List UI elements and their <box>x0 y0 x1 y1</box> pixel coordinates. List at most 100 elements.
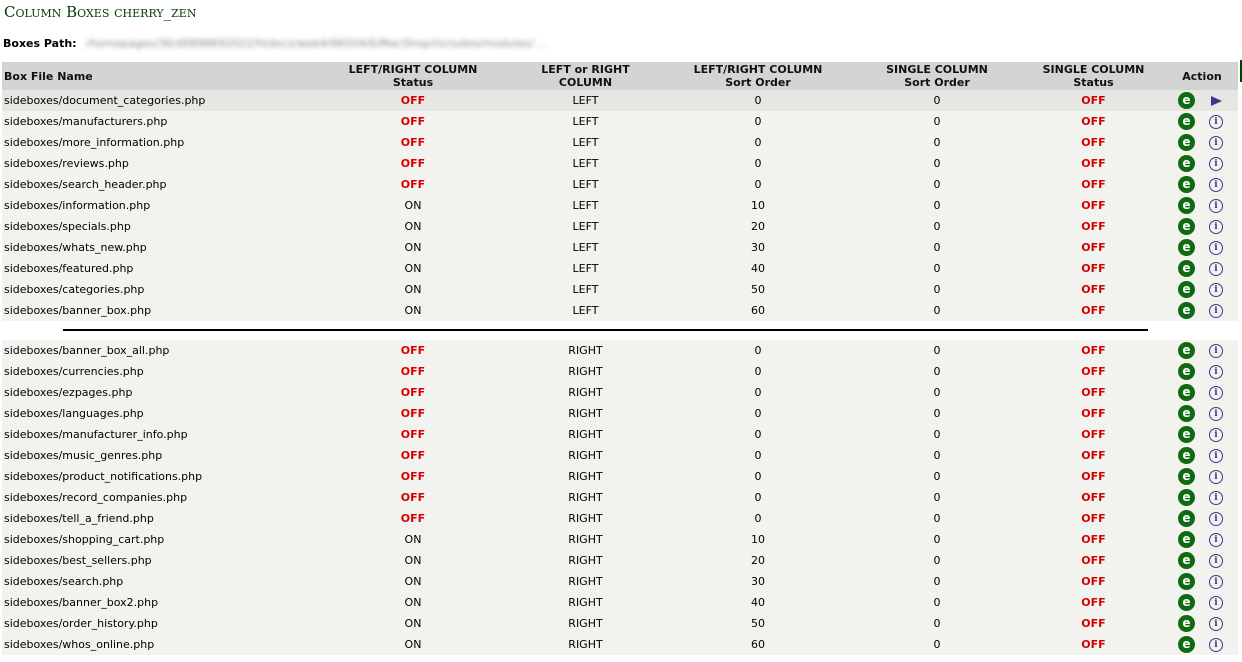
table-row[interactable]: sideboxes/record_companies.php OFF RIGHT 0 0… <box>2 487 1238 508</box>
info-icon[interactable]: i <box>1209 616 1223 631</box>
lr-status: ON <box>404 262 422 275</box>
action-cell: ei <box>1166 132 1238 153</box>
info-icon[interactable]: i <box>1209 637 1223 652</box>
action-cell: ei <box>1166 153 1238 174</box>
info-icon[interactable]: i <box>1209 240 1223 255</box>
info-icon[interactable]: i <box>1209 135 1223 150</box>
edit-icon[interactable]: e <box>1178 218 1195 235</box>
table-row[interactable]: sideboxes/tell_a_friend.php OFF RIGHT 0 0 OFF… <box>2 508 1238 529</box>
lr-column-cell: LEFT <box>508 132 663 153</box>
table-row[interactable]: sideboxes/featured.php ON LEFT 40 0 OFF e i <box>2 258 1238 279</box>
edit-icon[interactable]: e <box>1178 636 1195 653</box>
edit-icon[interactable]: e <box>1178 260 1195 277</box>
table-row[interactable]: sideboxes/more_information.php OFF LEFT 0 0 O… <box>2 132 1238 153</box>
table-row[interactable]: sideboxes/music_genres.php OFF RIGHT 0 0 OFF e… <box>2 445 1238 466</box>
edit-icon[interactable]: e <box>1178 302 1195 319</box>
action-cell: ei <box>1166 487 1238 508</box>
lr-status: ON <box>404 638 422 651</box>
edit-icon[interactable]: e <box>1178 468 1195 485</box>
info-icon[interactable]: i <box>1209 469 1223 484</box>
edit-icon[interactable]: e <box>1178 342 1195 359</box>
edit-icon[interactable]: e <box>1178 281 1195 298</box>
info-icon[interactable]: i <box>1209 343 1223 358</box>
info-icon[interactable]: i <box>1209 595 1223 610</box>
table-row[interactable]: sideboxes/banner_box2.php ON RIGHT 40 0 OFF e i <box>2 592 1238 613</box>
table-row[interactable]: sideboxes/order_history.php ON RIGHT 50 0 OFF… <box>2 613 1238 634</box>
edit-icon[interactable]: e <box>1178 134 1195 151</box>
info-icon[interactable]: i <box>1209 261 1223 276</box>
single-status: OFF <box>1081 596 1106 609</box>
info-icon[interactable]: i <box>1209 385 1223 400</box>
table-row[interactable]: sideboxes/banner_box_all.php OFF RIGHT 0 0 OF… <box>2 340 1238 361</box>
info-icon[interactable]: i <box>1209 532 1223 547</box>
table-row[interactable]: sideboxes/banner_box.php ON LEFT 60 0 OFF e i <box>2 300 1238 321</box>
table-row[interactable]: sideboxes/reviews.php OFF LEFT 0 0 OFF e i <box>2 153 1238 174</box>
table-row[interactable]: sideboxes/specials.php ON LEFT 20 0 OFF e i <box>2 216 1238 237</box>
edit-icon[interactable]: e <box>1178 113 1195 130</box>
edit-icon[interactable]: e <box>1178 197 1195 214</box>
info-icon[interactable]: i <box>1209 198 1223 213</box>
edit-icon[interactable]: e <box>1178 384 1195 401</box>
table-row[interactable]: sideboxes/categories.php ON LEFT 50 0 OFF e i <box>2 279 1238 300</box>
edit-icon[interactable]: e <box>1178 155 1195 172</box>
single-sort-order: 0 <box>933 283 941 296</box>
box-file-name: sideboxes/specials.php <box>4 220 131 233</box>
info-icon[interactable]: i <box>1209 448 1223 463</box>
lr-status-cell: ON <box>318 279 508 300</box>
edit-icon[interactable]: e <box>1178 176 1195 193</box>
info-icon[interactable]: i <box>1209 574 1223 589</box>
info-icon[interactable]: i <box>1209 553 1223 568</box>
table-row[interactable]: sideboxes/document_categories.php OFF LEFT… <box>2 90 1238 111</box>
edit-icon[interactable]: e <box>1178 426 1195 443</box>
edit-icon[interactable]: e <box>1178 489 1195 506</box>
box-file-name: sideboxes/order_history.php <box>4 617 158 630</box>
table-row[interactable]: sideboxes/ezpages.php OFF RIGHT 0 0 OFF e i <box>2 382 1238 403</box>
edit-icon[interactable]: e <box>1178 615 1195 632</box>
info-icon[interactable]: i <box>1209 364 1223 379</box>
edit-icon[interactable]: e <box>1178 594 1195 611</box>
info-icon[interactable]: i <box>1209 490 1223 505</box>
table-row[interactable]: sideboxes/manufacturers.php OFF LEFT 0 0 OFF e… <box>2 111 1238 132</box>
info-icon[interactable]: i <box>1209 406 1223 421</box>
edit-icon[interactable]: e <box>1178 92 1195 109</box>
single-sort-order: 0 <box>933 428 941 441</box>
edit-icon[interactable]: e <box>1178 510 1195 527</box>
table-row[interactable]: sideboxes/information.php ON LEFT 10 0 OFF e i <box>2 195 1238 216</box>
edit-icon[interactable]: e <box>1178 239 1195 256</box>
table-row[interactable]: sideboxes/product_notifications.php OFF RI… <box>2 466 1238 487</box>
table-row[interactable]: sideboxes/search.php ON RIGHT 30 0 OFF e i <box>2 571 1238 592</box>
table-row[interactable]: sideboxes/currencies.php OFF RIGHT 0 0 OFF e i <box>2 361 1238 382</box>
table-row[interactable]: sideboxes/search_header.php OFF LEFT 0 0 OFF e… <box>2 174 1238 195</box>
info-icon[interactable]: i <box>1209 114 1223 129</box>
edit-icon[interactable]: e <box>1178 405 1195 422</box>
edit-icon[interactable]: e <box>1178 363 1195 380</box>
table-row[interactable]: sideboxes/whats_new.php ON LEFT 30 0 OFF e i <box>2 237 1238 258</box>
info-icon[interactable]: i <box>1209 156 1223 171</box>
info-icon[interactable]: i <box>1209 427 1223 442</box>
table-row[interactable]: sideboxes/best_sellers.php ON RIGHT 20 0 OFF e… <box>2 550 1238 571</box>
table-row[interactable]: sideboxes/manufacturer_info.php OFF RIGHT 0… <box>2 424 1238 445</box>
edit-icon[interactable]: e <box>1178 531 1195 548</box>
info-icon[interactable]: i <box>1209 511 1223 526</box>
action-cell: ei <box>1166 529 1238 550</box>
info-icon[interactable]: i <box>1209 282 1223 297</box>
info-icon[interactable]: i <box>1209 303 1223 318</box>
lr-column-cell: LEFT <box>508 300 663 321</box>
table-row[interactable]: sideboxes/languages.php OFF RIGHT 0 0 OFF e i <box>2 403 1238 424</box>
info-icon[interactable]: i <box>1209 177 1223 192</box>
single-status-cell: OFF <box>1021 634 1166 655</box>
edit-icon[interactable]: e <box>1178 552 1195 569</box>
lr-column-cell: LEFT <box>508 216 663 237</box>
left-column-rows: sideboxes/document_categories.php OFF LEFT… <box>2 90 1238 321</box>
edit-icon[interactable]: e <box>1178 447 1195 464</box>
table-row[interactable]: sideboxes/shopping_cart.php ON RIGHT 10 0 OFF… <box>2 529 1238 550</box>
info-icon[interactable]: i <box>1209 219 1223 234</box>
lr-sort-order: 20 <box>751 220 765 233</box>
single-status-cell: OFF <box>1021 153 1166 174</box>
box-file-name-cell: sideboxes/record_companies.php <box>2 487 318 508</box>
table-row[interactable]: sideboxes/whos_online.php ON RIGHT 60 0 OFF e i <box>2 634 1238 655</box>
lr-sort-order: 0 <box>754 386 762 399</box>
edit-icon[interactable]: e <box>1178 573 1195 590</box>
lr-status-cell: OFF <box>318 382 508 403</box>
single-status: OFF <box>1081 407 1106 420</box>
